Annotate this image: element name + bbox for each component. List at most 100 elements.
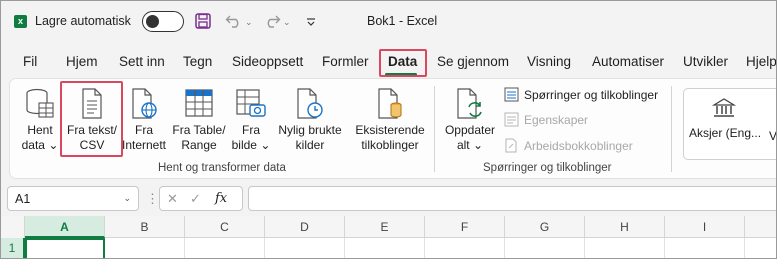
properties-button[interactable]: Egenskaper	[504, 112, 588, 127]
row-header-1[interactable]: 1	[1, 238, 25, 258]
cell-g1[interactable]	[505, 238, 585, 258]
data-tab-highlight	[379, 49, 427, 77]
workbook-links-button[interactable]: Arbeidsbokkoblinger	[504, 138, 633, 153]
recent-sources-label-2: kilder	[295, 138, 325, 152]
bank-icon	[712, 98, 736, 117]
column-header-a[interactable]: A	[25, 216, 105, 238]
properties-icon	[504, 112, 519, 127]
cell-h1[interactable]	[585, 238, 665, 258]
from-picture-label-1: Fra	[242, 123, 260, 137]
existing-connections-label-1: Eksisterende	[355, 123, 425, 137]
cell-a1[interactable]	[25, 238, 105, 258]
column-header-h[interactable]: H	[585, 216, 665, 238]
get-data-label-1: Hent	[27, 123, 53, 137]
cell-c1[interactable]	[185, 238, 265, 258]
tab-fil[interactable]: Fil	[23, 54, 37, 69]
stocks-label: Aksjer (Eng...	[689, 126, 762, 140]
formula-input[interactable]	[248, 186, 776, 211]
refresh-all-label-2: alt ⌄	[456, 138, 484, 152]
tab-formler[interactable]: Formler	[322, 54, 369, 69]
workbook-links-label: Arbeidsbokkoblinger	[524, 138, 633, 153]
tab-utvikler[interactable]: Utvikler	[683, 54, 728, 69]
refresh-all-button[interactable]: Oppdater alt ⌄	[442, 88, 498, 153]
column-header-f[interactable]: F	[425, 216, 505, 238]
enter-icon[interactable]: ✓	[190, 191, 201, 207]
name-box[interactable]: A1 ⌄	[7, 186, 139, 211]
get-data-button[interactable]: Hent data ⌄	[21, 88, 59, 153]
toggle-knob	[146, 14, 159, 28]
insert-function-icon[interactable]: fx	[215, 191, 227, 206]
recent-sources-button[interactable]: Nylig brukte kilder	[274, 88, 346, 153]
group-separator-1	[434, 86, 435, 172]
tab-sideoppsett[interactable]: Sideoppsett	[232, 54, 303, 69]
existing-connections-button[interactable]: Eksisterende tilkoblinger	[354, 88, 426, 153]
name-box-dropdown-icon[interactable]: ⌄	[123, 193, 131, 204]
existing-connections-label-2: tilkoblinger	[361, 138, 419, 152]
redo-icon[interactable]	[263, 14, 281, 28]
tab-sett-inn[interactable]: Sett inn	[119, 54, 165, 69]
table-icon	[185, 89, 213, 117]
undo-icon[interactable]	[225, 14, 243, 28]
column-header-j[interactable]	[745, 216, 776, 238]
existing-connections-icon	[378, 88, 402, 119]
from-picture-label-2: bilde ⌄	[231, 138, 271, 152]
column-header-d[interactable]: D	[265, 216, 345, 238]
stocks-data-type-button[interactable]: Aksjer (Eng...	[689, 96, 762, 141]
autosave-label: Lagre automatisk	[35, 14, 131, 28]
cell-e1[interactable]	[345, 238, 425, 258]
column-header-g[interactable]: G	[505, 216, 585, 238]
from-table-range-button[interactable]: Fra Table/ Range	[170, 88, 228, 153]
cell-b1[interactable]	[105, 238, 185, 258]
excel-logo-icon: x	[14, 15, 27, 28]
from-table-label-2: Range	[181, 138, 217, 152]
save-icon[interactable]	[195, 13, 211, 29]
queries-connections-label: Spørringer og tilkoblinger	[524, 87, 659, 102]
cell-j1[interactable]	[745, 238, 776, 258]
name-box-value: A1	[15, 192, 31, 206]
column-header-i[interactable]: I	[665, 216, 745, 238]
undo-dropdown-icon[interactable]: ⌄	[245, 17, 253, 28]
get-data-label-2: data ⌄	[21, 138, 59, 152]
select-all-corner[interactable]	[1, 216, 25, 238]
group-label-queries-connections: Spørringer og tilkoblinger	[483, 162, 612, 174]
tab-automatiser[interactable]: Automatiser	[592, 54, 664, 69]
recent-sources-icon	[297, 88, 323, 119]
formula-bar-grip-icon[interactable]: ⋮	[146, 191, 160, 207]
from-table-label-1: Fra Table/	[172, 123, 226, 137]
tab-se-gjennom[interactable]: Se gjennom	[437, 54, 509, 69]
tab-hjem[interactable]: Hjem	[66, 54, 98, 69]
properties-label: Egenskaper	[524, 112, 589, 127]
refresh-icon	[457, 88, 482, 119]
column-header-c[interactable]: C	[185, 216, 265, 238]
from-picture-button[interactable]: Fra bilde ⌄	[230, 88, 272, 153]
tab-tegn[interactable]: Tegn	[183, 54, 212, 69]
group-label-get-transform: Hent og transformer data	[158, 162, 286, 174]
refresh-all-label-1: Oppdater	[444, 123, 496, 137]
database-icon	[26, 88, 54, 118]
queries-connections-button[interactable]: Spørringer og tilkoblinger	[504, 87, 658, 102]
cell-i1[interactable]	[665, 238, 745, 258]
customize-toolbar-icon[interactable]	[306, 17, 316, 27]
cell-f1[interactable]	[425, 238, 505, 258]
cancel-icon[interactable]: ✕	[167, 191, 178, 207]
excel-window: x Lagre automatisk ⌄ ⌄ Bok1 - Excel Fil …	[0, 0, 777, 259]
picture-table-icon	[236, 89, 266, 117]
formula-buttons: ✕ ✓ fx	[159, 186, 243, 211]
column-header-b[interactable]: B	[105, 216, 185, 238]
group-separator-2	[671, 86, 672, 172]
web-page-icon	[132, 88, 157, 119]
queries-connections-icon	[504, 87, 519, 102]
from-web-label-1: Fra	[135, 123, 153, 137]
more-data-types-label[interactable]: V	[767, 129, 776, 144]
document-title: Bok1 - Excel	[367, 14, 438, 28]
tab-hjelp[interactable]: Hjelp	[746, 54, 776, 69]
cell-d1[interactable]	[265, 238, 345, 258]
column-header-e[interactable]: E	[345, 216, 425, 238]
tab-visning[interactable]: Visning	[527, 54, 571, 69]
autosave-toggle[interactable]	[142, 11, 184, 32]
from-web-label-2: Internett	[121, 138, 167, 152]
recent-sources-label-1: Nylig brukte	[278, 123, 342, 137]
from-text-highlight	[60, 81, 123, 157]
from-web-button[interactable]: Fra Internett	[121, 88, 167, 153]
redo-dropdown-icon[interactable]: ⌄	[283, 17, 291, 28]
